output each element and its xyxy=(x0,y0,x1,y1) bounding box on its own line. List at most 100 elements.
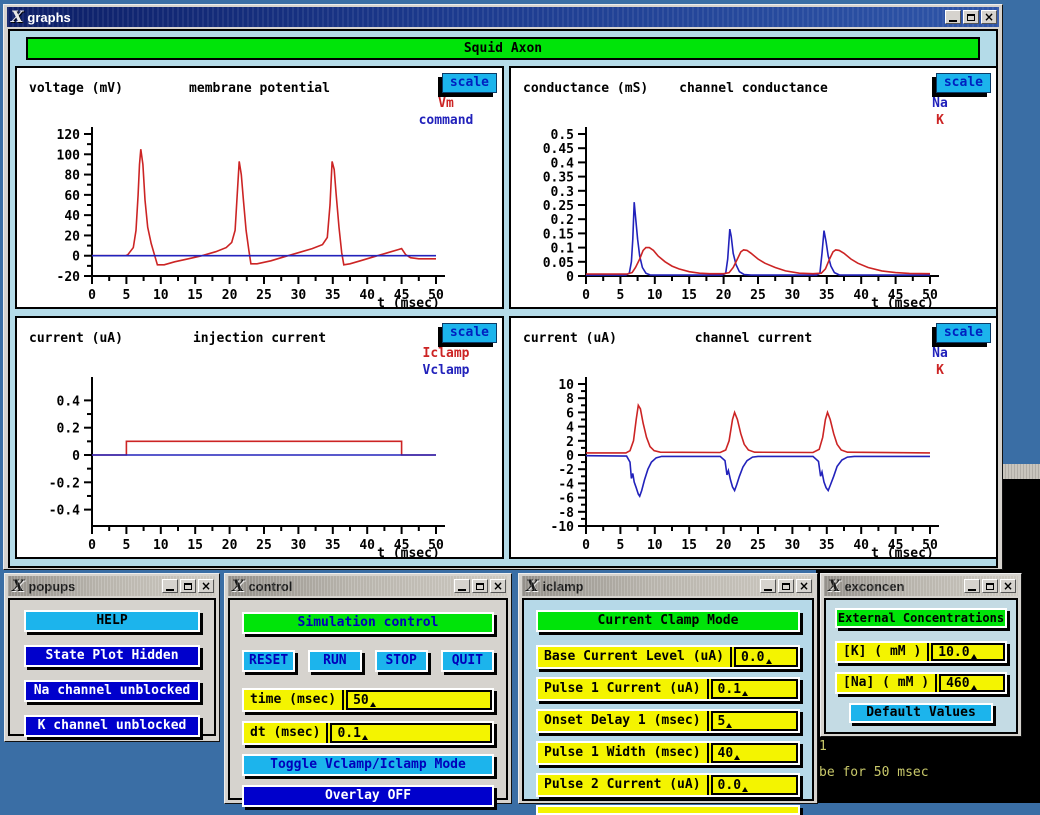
svg-text:-8: -8 xyxy=(558,506,574,521)
field-divider xyxy=(707,711,709,731)
na-concentration-input[interactable]: 460 xyxy=(939,674,1005,692)
control-window: X control × Simulation control RESET RUN… xyxy=(224,573,512,804)
run-button[interactable]: RUN xyxy=(308,650,361,672)
field-label: Base Current Level (uA) xyxy=(538,647,730,667)
svg-text:35: 35 xyxy=(819,538,835,553)
maximize-button-icon[interactable] xyxy=(180,579,196,593)
injection-current-plot: -0.4-0.200.20.405101520253035404550t (ms… xyxy=(17,318,506,561)
svg-text:35: 35 xyxy=(325,538,341,553)
na-channel-block-button[interactable]: Na channel unblocked xyxy=(24,680,200,702)
dt-field-row: dt (msec) 0.1 xyxy=(242,721,494,745)
graphs-titlebar[interactable]: X graphs × xyxy=(7,7,999,27)
svg-text:0: 0 xyxy=(582,538,590,553)
field-label: Pulse 2 Current (uA) xyxy=(538,775,707,795)
field-label: [K] ( mM ) xyxy=(837,643,927,661)
svg-text:35: 35 xyxy=(819,288,835,303)
svg-text:0.1: 0.1 xyxy=(551,242,575,257)
onset-delay1-input[interactable]: 5 xyxy=(711,711,798,731)
maximize-button-icon[interactable] xyxy=(472,579,488,593)
svg-text:6: 6 xyxy=(566,406,574,421)
iclamp-content: Current Clamp Mode Base Current Level (u… xyxy=(522,598,814,801)
minimize-button-icon[interactable] xyxy=(162,579,178,593)
svg-text:20: 20 xyxy=(222,538,238,553)
svg-text:0: 0 xyxy=(72,449,80,464)
svg-text:25: 25 xyxy=(256,288,272,303)
svg-text:t (msec): t (msec) xyxy=(871,546,934,561)
svg-text:60: 60 xyxy=(64,189,80,204)
popups-titlebar[interactable]: X popups × xyxy=(8,576,216,596)
close-button-icon[interactable]: × xyxy=(1000,579,1016,593)
svg-text:-4: -4 xyxy=(558,477,574,492)
help-button[interactable]: HELP xyxy=(24,610,200,632)
svg-text:35: 35 xyxy=(325,288,341,303)
field-divider xyxy=(326,723,328,743)
svg-text:t (msec): t (msec) xyxy=(871,296,934,311)
svg-text:0: 0 xyxy=(88,288,96,303)
svg-text:15: 15 xyxy=(187,538,203,553)
maximize-button-icon[interactable] xyxy=(982,579,998,593)
close-button-icon[interactable]: × xyxy=(198,579,214,593)
pulse1-current-input[interactable]: 0.1 xyxy=(711,679,798,699)
close-button-icon[interactable]: × xyxy=(981,10,997,24)
window-title: popups xyxy=(28,579,75,594)
svg-text:25: 25 xyxy=(750,288,766,303)
base-current-row: Base Current Level (uA) 0.0 xyxy=(536,645,800,669)
toggle-clamp-mode-button[interactable]: Toggle Vclamp/Iclamp Mode xyxy=(242,754,494,776)
state-plot-toggle-button[interactable]: State Plot Hidden xyxy=(24,645,200,667)
maximize-button-icon[interactable] xyxy=(778,579,794,593)
svg-text:0: 0 xyxy=(72,250,80,265)
default-values-button[interactable]: Default Values xyxy=(849,703,993,723)
membrane-potential-plot: -2002040608010012005101520253035404550t … xyxy=(17,68,506,311)
onset-delay1-row: Onset Delay 1 (msec) 5 xyxy=(536,709,800,733)
reset-button[interactable]: RESET xyxy=(242,650,295,672)
plot-panel-channel-conductance: conductance (mS) channel conductance sca… xyxy=(509,66,998,309)
minimize-button-icon[interactable] xyxy=(964,579,980,593)
x11-logo-icon: X xyxy=(12,578,24,594)
exconcen-titlebar[interactable]: X exconcen × xyxy=(824,576,1018,596)
svg-text:30: 30 xyxy=(291,288,307,303)
svg-text:0.5: 0.5 xyxy=(551,128,574,143)
dt-input[interactable]: 0.1 xyxy=(330,723,492,743)
x11-logo-icon: X xyxy=(526,578,538,594)
svg-text:20: 20 xyxy=(716,288,732,303)
field-divider xyxy=(342,690,344,710)
current-clamp-header: Current Clamp Mode xyxy=(536,610,800,632)
text-caret-icon xyxy=(726,723,732,728)
background-window-fragment xyxy=(1002,464,1040,479)
svg-text:-10: -10 xyxy=(551,520,575,535)
channel-conductance-plot: 00.050.10.150.20.250.30.350.40.450.50510… xyxy=(511,68,1000,311)
svg-text:15: 15 xyxy=(681,538,697,553)
svg-text:80: 80 xyxy=(64,169,80,184)
k-concentration-row: [K] ( mM ) 10.0 xyxy=(835,641,1007,663)
close-button-icon[interactable]: × xyxy=(796,579,812,593)
overlay-toggle-button[interactable]: Overlay OFF xyxy=(242,785,494,807)
field-divider xyxy=(927,643,929,661)
control-titlebar[interactable]: X control × xyxy=(228,576,508,596)
close-button-icon[interactable]: × xyxy=(490,579,506,593)
time-input[interactable]: 50 xyxy=(346,690,492,710)
minimize-button-icon[interactable] xyxy=(454,579,470,593)
pulse2-current-input[interactable]: 0.0 xyxy=(711,775,798,795)
field-label: dt (msec) xyxy=(244,723,326,743)
pulse2-current-row: Pulse 2 Current (uA) 0.0 xyxy=(536,773,800,797)
svg-text:15: 15 xyxy=(187,288,203,303)
minimize-button-icon[interactable] xyxy=(945,10,961,24)
quit-button[interactable]: QUIT xyxy=(441,650,494,672)
control-content: Simulation control RESET RUN STOP QUIT t… xyxy=(228,598,508,800)
svg-text:-2: -2 xyxy=(558,463,574,478)
maximize-button-icon[interactable] xyxy=(963,10,979,24)
svg-text:0.25: 0.25 xyxy=(543,199,574,214)
k-concentration-input[interactable]: 10.0 xyxy=(931,643,1005,661)
minimize-button-icon[interactable] xyxy=(760,579,776,593)
svg-text:0: 0 xyxy=(582,288,590,303)
base-current-input[interactable]: 0.0 xyxy=(734,647,798,667)
k-channel-block-button[interactable]: K channel unblocked xyxy=(24,715,200,737)
iclamp-titlebar[interactable]: X iclamp × xyxy=(522,576,814,596)
text-caret-icon xyxy=(766,659,772,664)
svg-text:5: 5 xyxy=(616,288,624,303)
plot-panel-injection-current: current (uA) injection current scale Icl… xyxy=(15,316,504,559)
pulse1-width-input[interactable]: 40 xyxy=(711,743,798,763)
stop-button[interactable]: STOP xyxy=(375,650,428,672)
svg-text:120: 120 xyxy=(57,128,81,143)
svg-text:25: 25 xyxy=(750,538,766,553)
